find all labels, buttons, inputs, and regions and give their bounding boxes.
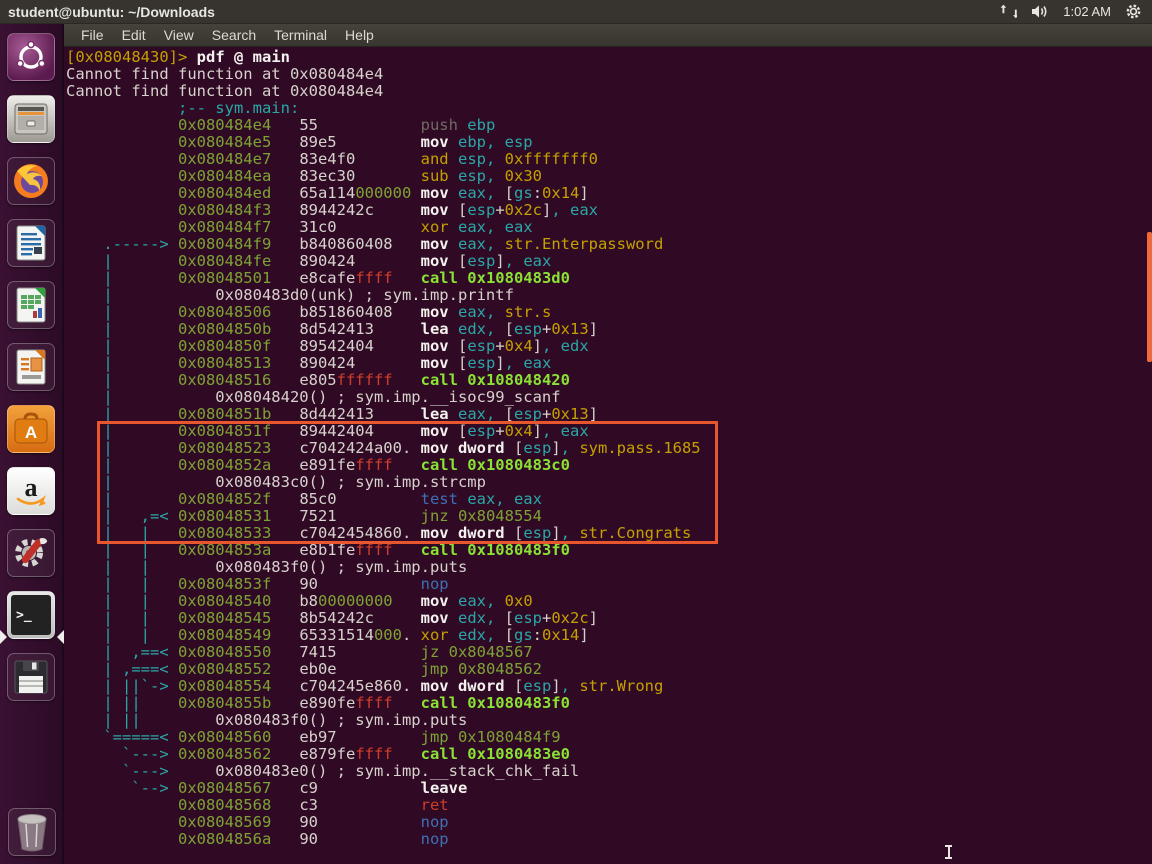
unity-launcher: A a >_ [0, 24, 64, 864]
firefox-icon [11, 161, 51, 201]
menu-help[interactable]: Help [336, 27, 383, 43]
menu-file[interactable]: File [72, 27, 113, 43]
launcher-item-system-settings[interactable] [7, 529, 55, 577]
active-app-arrow-left [0, 630, 7, 644]
terminal-line: | || 0x0804855b e890feffff call 0x108048… [66, 695, 1152, 712]
session-gear-icon[interactable] [1125, 0, 1142, 24]
libreoffice-writer-icon [13, 224, 49, 262]
mouse-cursor-ibeam [944, 845, 953, 859]
terminal-icon-glyph: >_ [16, 608, 32, 623]
terminal-line: | 0x0804851f 89442404 mov [esp+0x4], eax [66, 423, 1152, 440]
terminal-line: `=====< 0x08048560 eb97 jmp 0x1080484f9 [66, 729, 1152, 746]
launcher-item-libreoffice-impress[interactable] [7, 343, 55, 391]
terminal-line: | 0x08048420() ; sym.imp.__isoc99_scanf [66, 389, 1152, 406]
terminal-menubar: File Edit View Search Terminal Help [64, 24, 1152, 47]
launcher-item-firefox[interactable] [7, 157, 55, 205]
terminal-line: | ,===< 0x08048552 eb0e jmp 0x8048562 [66, 661, 1152, 678]
menu-search[interactable]: Search [203, 27, 265, 43]
terminal-line: | || 0x080483f0() ; sym.imp.puts [66, 712, 1152, 729]
svg-text:a: a [25, 473, 38, 502]
launcher-item-libreoffice-writer[interactable] [7, 219, 55, 267]
terminal-output: [0x08048430]> pdf @ mainCannot find func… [66, 49, 1152, 848]
terminal-line: | 0x0804852a e891feffff call 0x1080483c0 [66, 457, 1152, 474]
terminal-line: Cannot find function at 0x080484e4 [66, 83, 1152, 100]
window-title: student@ubuntu: ~/Downloads [0, 4, 215, 20]
ubuntu-dash-icon [14, 40, 48, 74]
scrollbar-thumb[interactable] [1147, 232, 1152, 362]
terminal-line: 0x080484e7 83e4f0 and esp, 0xfffffff0 [66, 151, 1152, 168]
terminal-line: | 0x080484fe 890424 mov [esp], eax [66, 253, 1152, 270]
launcher-item-ubuntu-software[interactable]: A [7, 405, 55, 453]
terminal-line: Cannot find function at 0x080484e4 [66, 66, 1152, 83]
amazon-icon: a [12, 472, 50, 510]
terminal-line: | | 0x08048540 b800000000 mov eax, 0x0 [66, 593, 1152, 610]
launcher-item-amazon[interactable]: a [7, 467, 55, 515]
trash-icon [13, 812, 51, 852]
terminal-line: | | 0x0804853a e8b1feffff call 0x1080483… [66, 542, 1152, 559]
terminal-line: | 0x0804851b 8d442413 lea eax, [esp+0x13… [66, 406, 1152, 423]
terminal-line: 0x0804856a 90 nop [66, 831, 1152, 848]
terminal-line: `---> 0x080483e0() ; sym.imp.__stack_chk… [66, 763, 1152, 780]
launcher-item-libreoffice-calc[interactable] [7, 281, 55, 329]
launcher-item-floppy-backup[interactable] [7, 653, 55, 701]
terminal-line: | | 0x08048545 8b54242c mov edx, [esp+0x… [66, 610, 1152, 627]
terminal-line: 0x080484f7 31c0 xor eax, eax [66, 219, 1152, 236]
top-panel: student@ubuntu: ~/Downloads 1:02 AM [0, 0, 1152, 24]
terminal-line: | 0x080483c0() ; sym.imp.strcmp [66, 474, 1152, 491]
terminal-line: | | 0x0804853f 90 nop [66, 576, 1152, 593]
terminal-line: | 0x0804850b 8d542413 lea edx, [esp+0x13… [66, 321, 1152, 338]
terminal-line: 0x080484ea 83ec30 sub esp, 0x30 [66, 168, 1152, 185]
volume-icon[interactable] [1031, 0, 1049, 24]
terminal-line: 0x080484e4 55 push ebp [66, 117, 1152, 134]
terminal-line: | 0x08048513 890424 mov [esp], eax [66, 355, 1152, 372]
terminal-line: | ,==< 0x08048550 7415 jz 0x8048567 [66, 644, 1152, 661]
terminal-line: | 0x080483d0(unk) ; sym.imp.printf [66, 287, 1152, 304]
network-updown-icon[interactable] [1000, 0, 1017, 24]
libreoffice-impress-icon [13, 348, 49, 386]
desktop: { "panel": { "title": "student@ubuntu: ~… [0, 0, 1152, 864]
svg-text:A: A [25, 423, 37, 442]
focused-app-arrow-right [57, 630, 64, 644]
terminal-line: | | 0x08048533 c7042454860. mov dword [e… [66, 525, 1152, 542]
terminal-line: | 0x08048501 e8cafeffff call 0x1080483d0 [66, 270, 1152, 287]
files-icon [13, 102, 49, 136]
terminal-line: 0x080484e5 89e5 mov ebp, esp [66, 134, 1152, 151]
terminal-line: .-----> 0x080484f9 b840860408 mov eax, s… [66, 236, 1152, 253]
terminal-line: | 0x08048506 b851860408 mov eax, str.s [66, 304, 1152, 321]
launcher-item-ubuntu-dash[interactable] [7, 33, 55, 81]
indicator-area: 1:02 AM [1000, 0, 1152, 24]
menu-edit[interactable]: Edit [113, 27, 155, 43]
system-settings-icon [11, 533, 51, 573]
terminal-line: ;-- sym.main: [66, 100, 1152, 117]
terminal-line: | 0x0804852f 85c0 test eax, eax [66, 491, 1152, 508]
terminal-line: `---> 0x08048562 e879feffff call 0x10804… [66, 746, 1152, 763]
launcher-item-files[interactable] [7, 95, 55, 143]
libreoffice-calc-icon [13, 286, 49, 324]
clock[interactable]: 1:02 AM [1063, 4, 1111, 19]
terminal-line: 0x080484f3 8944242c mov [esp+0x2c], eax [66, 202, 1152, 219]
terminal-window[interactable]: [0x08048430]> pdf @ mainCannot find func… [64, 47, 1152, 864]
terminal-icon: >_ [11, 595, 51, 635]
terminal-line: | 0x0804850f 89542404 mov [esp+0x4], edx [66, 338, 1152, 355]
terminal-line: 0x08048568 c3 ret [66, 797, 1152, 814]
terminal-line: `--> 0x08048567 c9 leave [66, 780, 1152, 797]
launcher-item-trash[interactable] [8, 808, 56, 856]
menu-view[interactable]: View [155, 27, 203, 43]
terminal-line: | ,=< 0x08048531 7521 jnz 0x8048554 [66, 508, 1152, 525]
menu-terminal[interactable]: Terminal [265, 27, 336, 43]
terminal-line: | 0x08048523 c7042424a00. mov dword [esp… [66, 440, 1152, 457]
terminal-line: | | 0x080483f0() ; sym.imp.puts [66, 559, 1152, 576]
floppy-icon [12, 658, 50, 696]
terminal-line: 0x08048569 90 nop [66, 814, 1152, 831]
terminal-line: 0x080484ed 65a114000000 mov eax, [gs:0x1… [66, 185, 1152, 202]
terminal-line: | ||`-> 0x08048554 c704245e860. mov dwor… [66, 678, 1152, 695]
launcher-item-terminal[interactable]: >_ [7, 591, 55, 639]
terminal-line: | 0x08048516 e805ffffff call 0x108048420 [66, 372, 1152, 389]
terminal-line: [0x08048430]> pdf @ main [66, 49, 1152, 66]
ubuntu-software-icon: A [12, 411, 50, 447]
terminal-line: | | 0x08048549 65331514000. xor edx, [gs… [66, 627, 1152, 644]
